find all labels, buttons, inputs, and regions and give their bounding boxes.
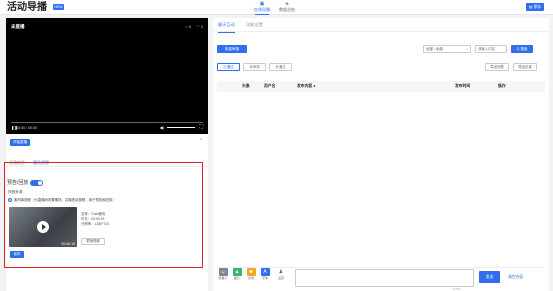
video-thumbnail[interactable]: 00:00:15 [9,207,77,247]
like-count: ♡ 0 [196,24,203,29]
nav-data-summary[interactable]: ◈ 数据总结 [274,1,300,14]
volume-icon[interactable]: ◀) [160,125,164,130]
warmup-toggle[interactable] [30,179,44,186]
volume-slider[interactable] [167,127,195,128]
filter-rejected[interactable]: 未通过 [269,63,292,71]
font-icon: A [260,268,270,276]
batch-review-button[interactable]: 批量审核 [217,45,247,53]
source-radio[interactable] [8,197,12,202]
confirm-button[interactable]: 保存 [10,251,24,258]
viewer-count: ⌂ 8 [185,24,192,29]
status-filter-tabs: 已通过 待审核 未通过 [217,63,292,71]
top-header: 活动导播 NEW ▣ 在线导播 ◈ 数据总结 ▤ 保存 [0,0,553,15]
message-table-body [217,92,545,268]
save-button[interactable]: ▤ 保存 [526,3,544,11]
image-icon: ▲ [232,268,242,276]
player-stats: ⌂ 8 ♡ 0 [185,24,203,29]
table-header: 头像 用户名 发布内容 ● 发布时间 操作 [217,81,545,92]
emoji-tool[interactable]: ☻ 表情 [246,268,256,280]
nav-online-broadcast[interactable]: ▣ 在线导播 [249,1,275,15]
filter-select[interactable]: 全部 / 全部 ⌄ [423,45,471,53]
video-controls: ❚❚ 00:00 / 00:00 ◀) ⛶ [6,121,208,134]
chevron-up-icon[interactable]: ⌃ [199,138,203,144]
char-counter: 0/100 [453,287,461,291]
live-status: 未直播 [11,24,25,29]
image-tool[interactable]: ▲ 图片 [232,268,242,280]
right-panel: 聊天互动 功能设置 批量审核 全部 / 全部 ⌄ Q 搜索 已通过 待审核 未通… [213,18,549,291]
col-time: 发布时间 [455,84,471,88]
toggle-label: 预告/回放 [7,180,29,186]
emoji-icon: ☻ [246,268,256,276]
tab-feature-settings[interactable]: 功能设置 [246,22,263,28]
right-tabs: 聊天互动 功能设置 [213,18,549,33]
start-live-button[interactable]: 开始直播 [10,139,30,146]
video-progress[interactable] [11,122,203,123]
message-composer: ☺ 机器人 ▲ 图片 ☻ 表情 A 字体 ♟ 设置 0/100 发送 清空内容 [213,268,549,291]
source-radio-row: 素材库视频（为直播间设置暖场，并播放该视频，用于预告和回放） [8,197,116,202]
tab-chat-interaction[interactable]: 聊天互动 [218,22,235,33]
source-label: 视频来源: [8,190,24,194]
robot-icon: ☺ [218,268,228,276]
thumbnail-duration: 00:00:15 [61,242,75,246]
user-icon: ♟ [276,268,286,276]
info-icon: ● [313,84,316,88]
change-video-button[interactable]: 更换视频 [81,238,105,245]
chevron-down-icon: ⌄ [465,47,468,51]
search-button[interactable]: Q 搜索 [511,45,533,53]
video-time: 00:00 / 00:00 [16,126,37,130]
title-badge: NEW [53,4,64,10]
robot-tool[interactable]: ☺ 机器人 [218,268,228,280]
col-content: 发布内容 ● [297,84,316,88]
filter-approved[interactable]: 已通过 [217,63,240,71]
filter-pending[interactable]: 待审核 [243,63,266,71]
export-record-button[interactable]: 导出记录 [513,63,537,71]
col-username: 用户名 [264,84,276,88]
export-list-button[interactable]: 导出列表 [485,63,509,71]
send-button[interactable]: 发送 [479,271,500,283]
stream-control-row: 开始直播 ⌃ [6,138,208,147]
fullscreen-icon[interactable]: ⛶ [199,124,203,130]
search-input[interactable] [475,45,507,53]
message-input[interactable] [295,269,474,287]
clear-content-link[interactable]: 清空内容 [508,275,523,280]
video-player[interactable]: 未直播 ⌂ 8 ♡ 0 ❚❚ 00:00 / 00:00 ◀) ⛶ [6,18,208,134]
video-meta: 名称：Cute暖场 时长：00:00:15 分辨率：1280*720 [81,212,109,227]
page-title: 活动导播 [7,2,47,13]
play-icon[interactable] [37,221,49,233]
col-avatar: 头像 [242,84,250,88]
radio-text: 素材库视频（为直播间设置暖场，并播放该视频，用于预告和回放） [14,198,116,202]
font-tool[interactable]: A 字体 [260,268,270,280]
settings-tool[interactable]: ♟ 设置 [276,268,286,280]
meta-resolution: 分辨率：1280*720 [81,222,110,226]
col-actions: 操作 [498,84,506,88]
warmup-toggle-row: 预告/回放 [7,179,44,186]
